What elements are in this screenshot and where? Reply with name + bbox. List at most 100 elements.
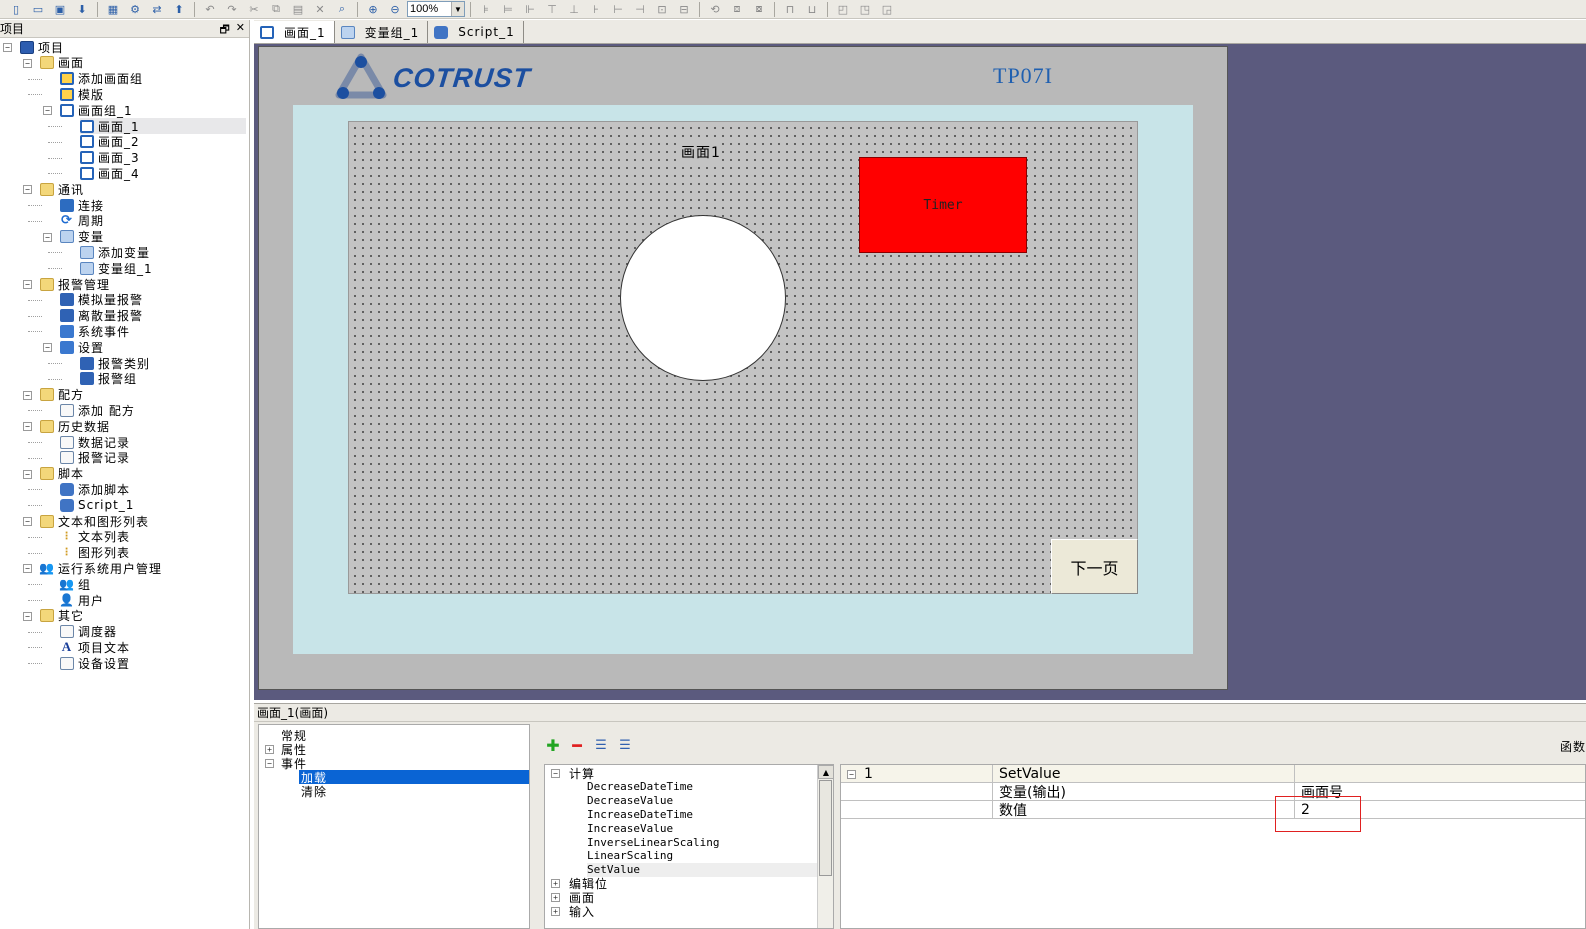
indent-icon[interactable]: ☰: [592, 738, 610, 753]
event-category-item[interactable]: 加载: [299, 770, 529, 785]
copy-icon[interactable]: ⧉: [266, 1, 286, 17]
zoom-select[interactable]: 100% ▼: [407, 1, 465, 17]
expander-icon[interactable]: +: [551, 879, 560, 889]
zoom-in-icon[interactable]: ⊕: [363, 1, 383, 17]
tree-item[interactable]: 变量组_1: [80, 260, 246, 276]
close-icon[interactable]: ✕: [236, 21, 245, 40]
tree-item[interactable]: 👤 用户: [59, 592, 246, 608]
expander-icon[interactable]: +: [551, 907, 560, 916]
function-parameter-grid[interactable]: − 1 SetValue 变量(输出) 画面号 数值 2: [840, 764, 1586, 929]
tree-item[interactable]: 报警组: [80, 371, 246, 387]
collapse-icon[interactable]: −: [43, 106, 52, 116]
function-item[interactable]: LinearScaling: [587, 849, 817, 863]
collapse-icon[interactable]: −: [23, 469, 32, 479]
circle-object[interactable]: [620, 215, 786, 381]
outdent-icon[interactable]: ☰: [616, 738, 634, 753]
function-group[interactable]: 编辑位: [569, 876, 817, 891]
function-item[interactable]: DecreaseValue: [587, 794, 817, 808]
collapse-icon[interactable]: −: [23, 611, 32, 621]
tree-item[interactable]: 👥 运行系统用户管理: [39, 560, 246, 576]
collapse-icon[interactable]: −: [23, 280, 32, 289]
function-list[interactable]: 计算 − DecreaseDateTime DecreaseValue Increase…: [544, 764, 834, 929]
tree-item[interactable]: 报警类别: [80, 355, 246, 371]
collapse-icon[interactable]: −: [23, 564, 32, 574]
undo-icon[interactable]: ↶: [200, 1, 220, 17]
tree-item[interactable]: 画面_4: [80, 165, 246, 181]
zoom-out-icon[interactable]: ⊖: [385, 1, 405, 17]
tree-item[interactable]: 配方: [40, 387, 246, 403]
tree-item[interactable]: 添加 配方: [60, 402, 246, 418]
align-middle-icon[interactable]: ⊥: [564, 1, 584, 17]
tree-item[interactable]: 其它: [40, 608, 246, 624]
send-back-icon[interactable]: ◳: [855, 1, 875, 17]
upload-icon[interactable]: ⬆: [169, 1, 189, 17]
tree-item[interactable]: 添加脚本: [60, 481, 246, 497]
collapse-icon[interactable]: −: [23, 58, 32, 68]
function-item[interactable]: SetValue: [587, 862, 817, 877]
save-icon[interactable]: ▣: [50, 1, 70, 17]
collapse-icon[interactable]: −: [23, 517, 32, 526]
tree-item[interactable]: 画面组_1: [60, 102, 246, 118]
collapse-icon[interactable]: −: [23, 185, 32, 195]
tree-item[interactable]: 设置: [60, 339, 246, 355]
delete-icon[interactable]: ✕: [310, 1, 330, 17]
tree-item[interactable]: 调度器: [60, 624, 246, 640]
next-page-button[interactable]: 下一页: [1051, 539, 1138, 594]
tree-item[interactable]: 通讯: [40, 181, 246, 197]
same-width-icon[interactable]: ⊢: [608, 1, 628, 17]
center-h-icon[interactable]: ⊡: [652, 1, 672, 17]
tab-script-1[interactable]: Script_1: [428, 21, 524, 43]
tree-item[interactable]: 画面_2: [80, 134, 246, 150]
function-list-scrollbar[interactable]: ▲: [817, 765, 833, 928]
open-icon[interactable]: ▭: [28, 1, 48, 17]
collapse-icon[interactable]: −: [3, 43, 12, 52]
expander-icon[interactable]: +: [551, 893, 560, 903]
tree-item[interactable]: 系统事件: [60, 323, 246, 339]
tree-item[interactable]: 离散量报警: [60, 308, 246, 324]
tree-item[interactable]: 报警管理: [40, 276, 246, 292]
same-height-icon[interactable]: ⊣: [630, 1, 650, 17]
tree-item[interactable]: ⋮ 图形列表: [60, 545, 246, 561]
unlock-icon[interactable]: ⊔: [802, 1, 822, 17]
expander-icon[interactable]: −: [551, 769, 560, 778]
tree-item[interactable]: 画面_1: [80, 118, 246, 134]
function-group[interactable]: 画面: [569, 890, 817, 905]
expander-icon[interactable]: −: [265, 759, 274, 768]
tree-item[interactable]: 数据记录: [60, 434, 246, 450]
tree-item[interactable]: 模版: [60, 86, 246, 102]
scroll-up-icon[interactable]: ▲: [818, 765, 833, 779]
expander-icon[interactable]: +: [265, 745, 274, 754]
screen-editor-canvas[interactable]: COTRUST TP07I 画面1 Timer 下一页: [254, 44, 1586, 700]
bring-front-icon[interactable]: ◰: [833, 1, 853, 17]
tree-item[interactable]: 脚本: [40, 466, 246, 482]
collapse-icon[interactable]: −: [43, 343, 52, 353]
event-category-item[interactable]: 清除: [299, 784, 327, 799]
remove-function-icon[interactable]: ━: [568, 736, 586, 755]
timer-rectangle[interactable]: Timer: [859, 157, 1027, 253]
align-right-icon[interactable]: ⊩: [520, 1, 540, 17]
function-group[interactable]: 计算: [569, 766, 817, 781]
tree-item[interactable]: 模拟量报警: [60, 292, 246, 308]
tab-screen-1[interactable]: 画面_1: [254, 21, 335, 43]
redo-icon[interactable]: ↷: [222, 1, 242, 17]
align-bottom-icon[interactable]: ⊦: [586, 1, 606, 17]
function-item[interactable]: IncreaseValue: [587, 821, 817, 835]
add-function-icon[interactable]: ✚: [544, 736, 562, 755]
tree-item[interactable]: 报警记录: [60, 450, 246, 466]
group-icon[interactable]: ⧈: [727, 1, 747, 17]
tree-item[interactable]: 历史数据: [40, 418, 246, 434]
tree-item[interactable]: 画面_3: [80, 150, 246, 166]
tab-variable-group-1[interactable]: 变量组_1: [334, 21, 429, 43]
align-left-icon[interactable]: ⊧: [476, 1, 496, 17]
tree-item[interactable]: 项目: [20, 39, 246, 55]
screen-icon[interactable]: ▦: [103, 1, 123, 17]
function-item[interactable]: InverseLinearScaling: [587, 835, 817, 849]
function-item[interactable]: DecreaseDateTime: [587, 780, 817, 794]
tree-item[interactable]: 添加画面组: [60, 71, 246, 87]
float-icon[interactable]: 🗗: [219, 21, 229, 40]
collapse-icon[interactable]: −: [23, 422, 32, 432]
lock-icon[interactable]: ⊓: [780, 1, 800, 17]
screen-title-text[interactable]: 画面1: [681, 142, 721, 162]
param-header-row[interactable]: − 1 SetValue: [841, 765, 1585, 783]
tree-item[interactable]: ⟳ 周期: [60, 213, 246, 229]
